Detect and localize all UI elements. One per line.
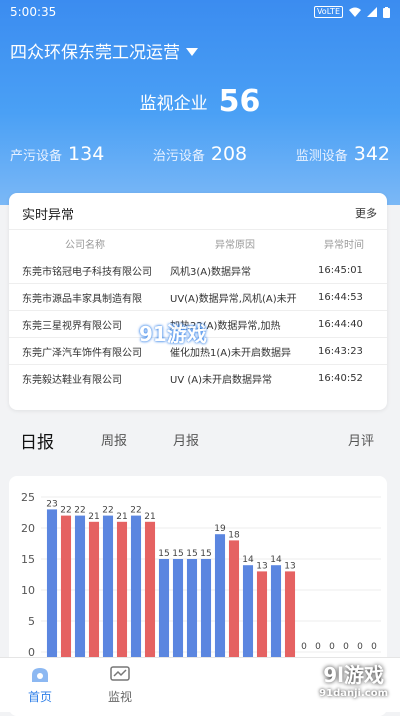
bar-data-label: 15 (186, 549, 197, 559)
stat-value: 342 (353, 143, 390, 165)
watermark-title: 9l游戏 (323, 663, 384, 687)
watermark-url: 91danji.com (319, 688, 388, 699)
more-link[interactable]: 更多 (355, 205, 377, 221)
row-company: 东莞市铭冠电子科技有限公司 (22, 266, 152, 278)
bar-data-label: 22 (74, 506, 85, 516)
status-icons: VoLTE (313, 6, 390, 18)
bar-data-label: 0 (357, 642, 363, 652)
bar-data-label: 0 (315, 642, 321, 652)
tab-daily[interactable]: 日报 (20, 428, 54, 453)
status-time: 5:00:35 (10, 5, 57, 19)
y-tick-label: 10 (21, 584, 35, 597)
stat-pollution-source[interactable]: 产污设备 134 (10, 143, 104, 165)
alarm-table-header: 公司名称 异常原因 异常时间 (9, 229, 387, 257)
stat-value: 208 (210, 143, 248, 165)
bar-data-label: 0 (329, 642, 335, 652)
row-reason: UV (A)未开启数据异常 (170, 374, 272, 386)
bar-data-label: 15 (158, 549, 169, 559)
bar-data-label: 14 (270, 555, 282, 565)
bar-data-label: 18 (228, 530, 240, 540)
y-tick-label: 5 (28, 615, 35, 628)
bar-data-label: 19 (214, 524, 226, 534)
realtime-alarm-card: 实时异常 更多 公司名称 异常原因 异常时间 东莞市铭冠电子科技有限公司 风机3… (9, 193, 387, 410)
row-company: 东莞毅达鞋业有限公司 (22, 374, 122, 386)
row-company: 东莞市源品丰家具制造有限 (22, 293, 142, 305)
nav-home[interactable]: 首页 (0, 658, 80, 712)
table-row[interactable]: 东莞市铭冠电子科技有限公司 风机3(A)数据异常 16:45:01 (9, 257, 387, 284)
watermark-center: 91游戏 (139, 322, 207, 346)
bar-data-label: 13 (284, 561, 295, 571)
table-row[interactable]: 东莞毅达鞋业有限公司 UV (A)未开启数据异常 16:40:52 (9, 365, 387, 391)
stat-monitoring[interactable]: 监测设备 342 (296, 143, 390, 165)
row-time: 16:44:53 (318, 291, 363, 303)
nav-monitor-label: 监视 (107, 690, 132, 704)
monitor-label: 监视企业 (139, 94, 208, 114)
bar-data-label: 13 (256, 561, 267, 571)
monitor-summary: 监视企业 56 (0, 84, 400, 119)
row-time: 16:43:23 (318, 345, 363, 357)
monitor-count: 56 (218, 84, 261, 119)
stat-value: 134 (68, 143, 105, 165)
y-tick-label: 15 (21, 553, 35, 566)
status-bar: 5:00:35 VoLTE (0, 0, 400, 24)
row-reason: UV(A)数据异常,风机(A)未开 (170, 293, 297, 305)
nav-home-label: 首页 (27, 690, 52, 704)
row-time: 16:44:40 (318, 318, 363, 330)
column-time: 异常时间 (324, 240, 364, 251)
stat-label: 监测设备 (295, 149, 348, 164)
monitor-icon (109, 665, 131, 685)
row-time: 16:40:52 (318, 372, 363, 384)
bar-data-label: 15 (200, 549, 211, 559)
bar-data-label: 22 (102, 506, 113, 516)
bar-data-label: 14 (242, 555, 254, 565)
tab-monthly-review[interactable]: 月评 (348, 430, 374, 449)
equipment-stats: 产污设备 134 治污设备 208 监测设备 342 (10, 143, 390, 165)
caret-down-icon (186, 47, 198, 56)
battery-icon (383, 6, 390, 18)
bar-data-label: 21 (116, 512, 127, 522)
bar-data-label: 22 (60, 506, 71, 516)
stat-label: 产污设备 (10, 149, 63, 164)
org-title: 四众环保东莞工况运营 (10, 43, 180, 63)
stat-pollution-control[interactable]: 治污设备 208 (153, 143, 247, 165)
home-icon (29, 665, 51, 685)
table-row[interactable]: 东莞市源品丰家具制造有限 UV(A)数据异常,风机(A)未开 16:44:53 (9, 284, 387, 311)
wifi-icon (349, 7, 361, 17)
signal-icon (367, 7, 377, 17)
org-selector[interactable]: 四众环保东莞工况运营 (10, 38, 198, 63)
bar-data-label: 15 (172, 549, 183, 559)
bar-data-label: 0 (301, 642, 307, 652)
stat-label: 治污设备 (152, 149, 205, 164)
volte-badge: VoLTE (313, 6, 343, 18)
row-reason: 风机3(A)数据异常 (170, 266, 252, 278)
y-tick-label: 25 (21, 491, 35, 504)
column-company: 公司名称 (65, 240, 105, 251)
nav-monitor[interactable]: 监视 (80, 658, 160, 712)
bar-data-label: 21 (88, 512, 99, 522)
bar-data-label: 21 (144, 512, 155, 522)
bar-data-label: 23 (46, 499, 57, 509)
watermark-corner: 9l游戏 91danji.com (319, 659, 388, 699)
bar-data-label: 0 (371, 642, 377, 652)
y-tick-label: 20 (21, 522, 35, 535)
bar-data-label: 22 (130, 506, 141, 516)
column-reason: 异常原因 (215, 240, 255, 251)
tab-weekly[interactable]: 周报 (101, 430, 127, 449)
alarm-card-title: 实时异常 (22, 207, 75, 223)
bar-data-label: 0 (343, 642, 349, 652)
header-banner: 四众环保东莞工况运营 监视企业 56 产污设备 134 治污设备 208 监测设… (0, 0, 400, 205)
row-time: 16:45:01 (318, 264, 363, 276)
tab-monthly[interactable]: 月报 (173, 430, 199, 449)
report-tabs: 日报 周报 月报 月评 (0, 428, 400, 453)
